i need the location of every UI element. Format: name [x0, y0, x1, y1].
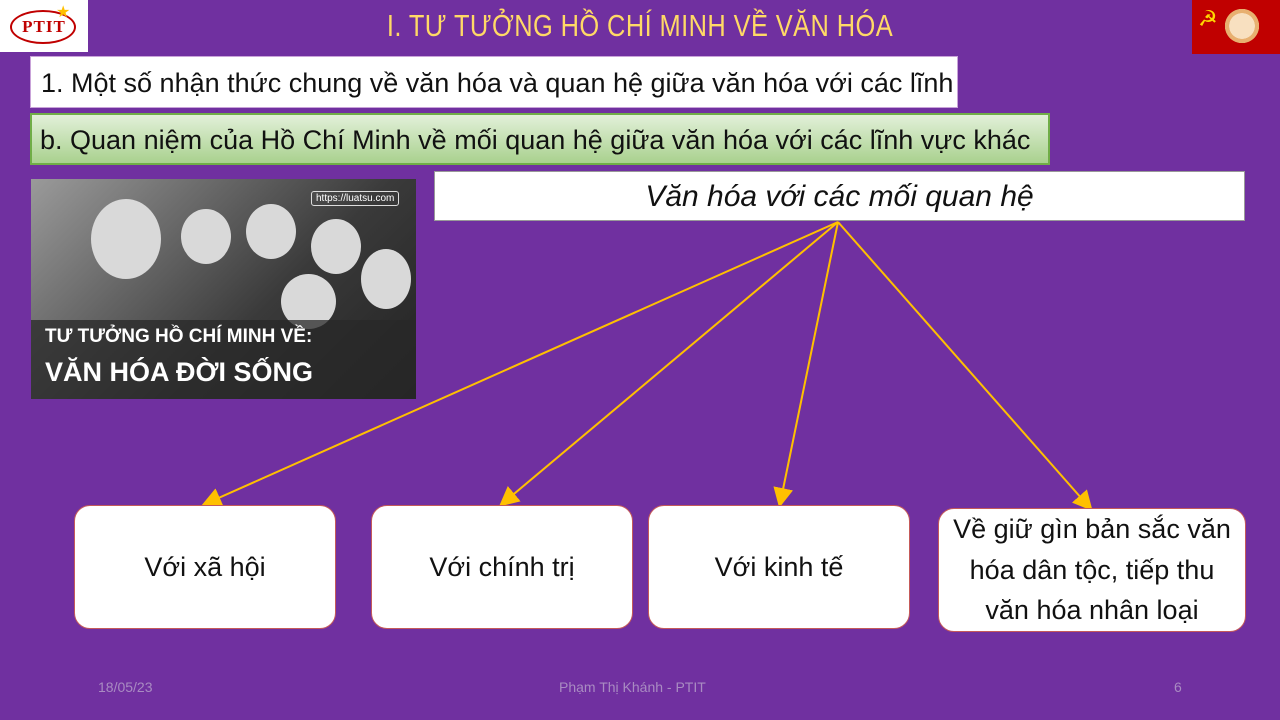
diagram-node-politics: Với chính trị: [371, 505, 633, 629]
arrow-to-identity: [837, 221, 1093, 512]
arrow-to-society: [201, 221, 839, 507]
diagram-node-economy: Với kinh tế: [648, 505, 910, 629]
diagram-node-cultural-identity: Về giữ gìn bản sắc văn hóa dân tộc, tiếp…: [938, 508, 1246, 632]
footer-author: Phạm Thị Khánh - PTIT: [559, 679, 706, 695]
diagram-node-society: Với xã hội: [74, 505, 336, 629]
footer-page-number: 6: [1174, 679, 1182, 695]
arrow-to-politics: [498, 221, 839, 507]
footer-date: 18/05/23: [98, 679, 153, 695]
